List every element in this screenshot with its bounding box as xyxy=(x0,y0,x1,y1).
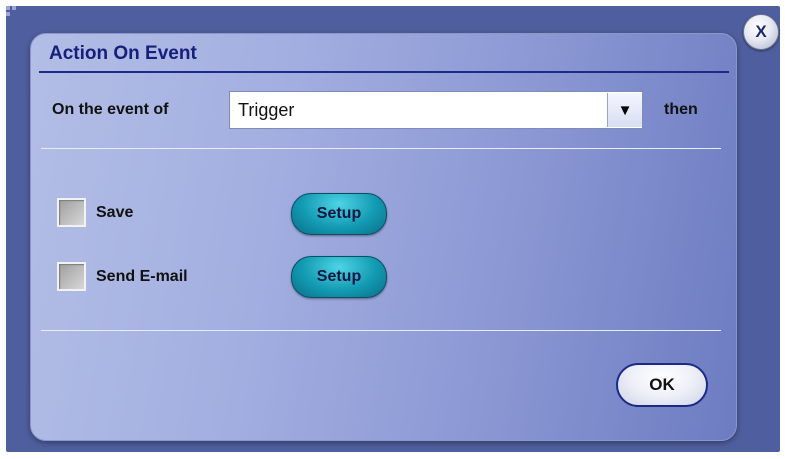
divider-bottom xyxy=(41,330,721,331)
send-email-setup-button[interactable]: Setup xyxy=(291,256,387,298)
window-grip-icon[interactable] xyxy=(6,6,22,22)
save-setup-button[interactable]: Setup xyxy=(291,193,387,235)
ok-button[interactable]: OK xyxy=(616,363,708,407)
event-label: On the event of xyxy=(52,101,169,118)
send-email-label: Send E-mail xyxy=(96,268,188,285)
title-underline xyxy=(39,71,729,73)
save-checkbox[interactable] xyxy=(57,198,86,227)
chevron-down-icon[interactable]: ▼ xyxy=(607,93,642,127)
then-label: then xyxy=(664,101,698,118)
action-on-event-panel: Action On Event On the event of Trigger … xyxy=(30,33,737,441)
send-email-checkbox[interactable] xyxy=(57,262,86,291)
close-button[interactable]: X xyxy=(743,14,779,50)
dialog-title: Action On Event xyxy=(49,43,197,64)
divider-top xyxy=(41,148,721,149)
close-icon: X xyxy=(755,22,767,41)
save-label: Save xyxy=(96,204,134,221)
event-dropdown[interactable]: Trigger ▼ xyxy=(229,91,643,129)
event-dropdown-value: Trigger xyxy=(238,99,295,120)
